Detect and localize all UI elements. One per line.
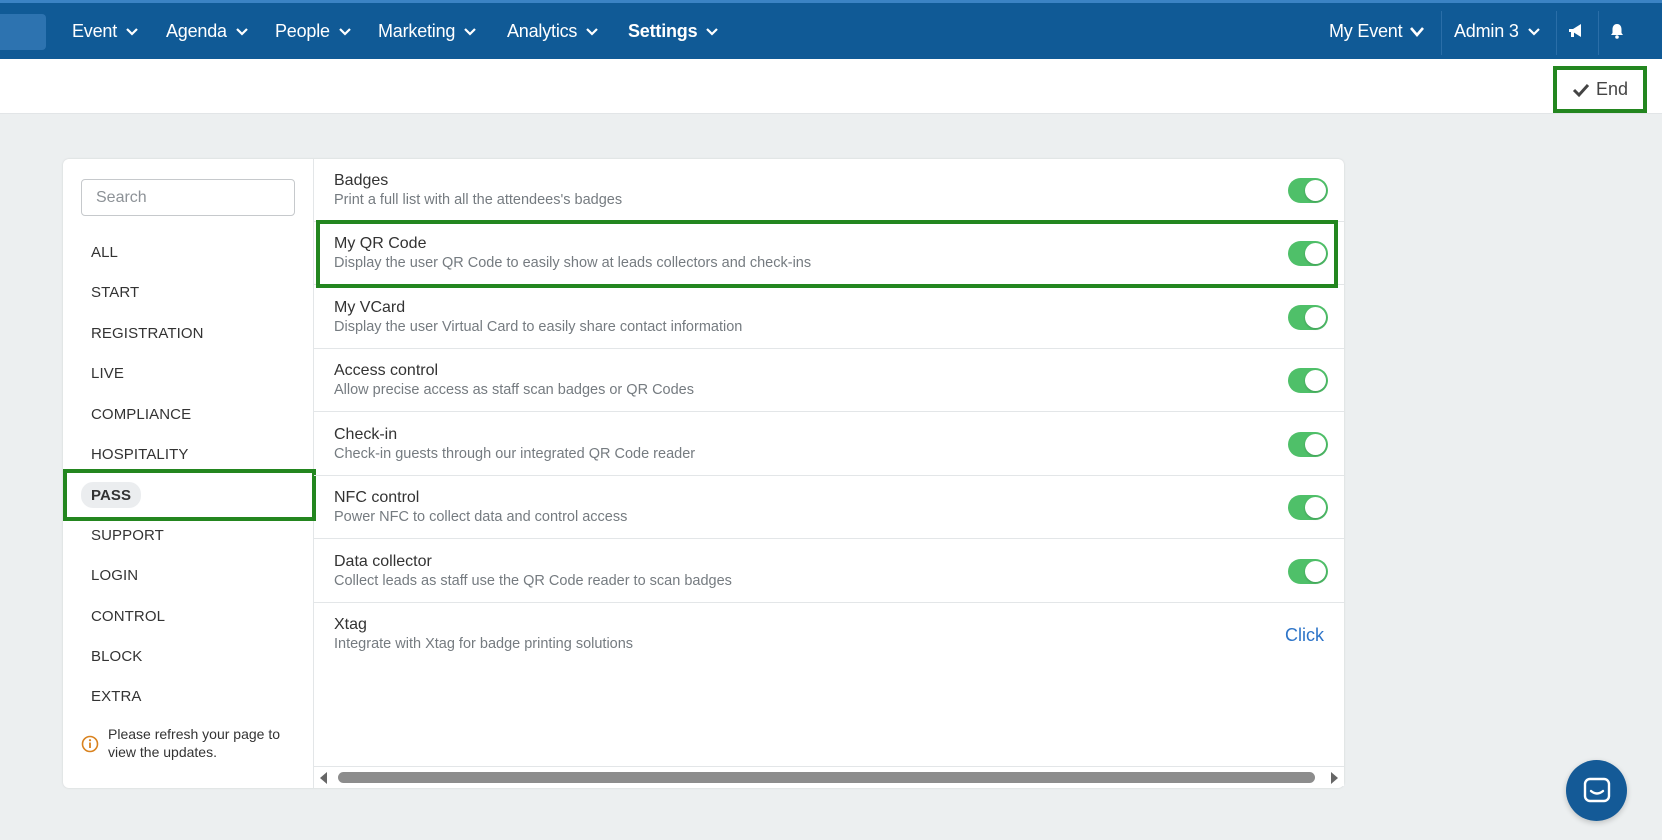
category-extra[interactable]: EXTRA bbox=[91, 685, 142, 707]
divider bbox=[1556, 11, 1557, 55]
feature-description: Print a full list with all the attendees… bbox=[334, 192, 623, 208]
info-icon bbox=[81, 735, 99, 753]
end-button[interactable]: End bbox=[1553, 66, 1647, 113]
event-selector-label: My Event bbox=[1329, 20, 1403, 41]
scroll-right-arrow-icon[interactable] bbox=[1331, 772, 1338, 784]
category-sidebar: ALL START REGISTRATION LIVE COMPLIANCE H… bbox=[63, 159, 316, 788]
horizontal-scrollbar[interactable] bbox=[314, 766, 1344, 786]
nav-event-label: Event bbox=[72, 20, 118, 41]
feature-title: My VCard bbox=[334, 299, 406, 316]
chat-icon bbox=[1583, 777, 1610, 802]
feature-toggle[interactable] bbox=[1288, 432, 1328, 457]
feature-title: Access control bbox=[334, 362, 439, 379]
feature-toggle[interactable] bbox=[1288, 178, 1328, 203]
category-all[interactable]: ALL bbox=[91, 241, 118, 263]
feature-title: Data collector bbox=[334, 553, 432, 570]
bell-icon[interactable] bbox=[1607, 21, 1627, 41]
chevron-down-icon bbox=[126, 28, 138, 36]
nav-analytics[interactable]: Analytics bbox=[507, 3, 599, 59]
feature-title: Badges bbox=[334, 172, 389, 189]
feature-row-badges: Badges Print a full list with all the at… bbox=[314, 159, 1344, 222]
category-hospitality[interactable]: HOSPITALITY bbox=[91, 443, 189, 465]
scrollbar-thumb[interactable] bbox=[338, 772, 1315, 783]
scroll-left-arrow-icon[interactable] bbox=[320, 772, 327, 784]
nav-marketing[interactable]: Marketing bbox=[378, 3, 477, 59]
feature-row-check-in: Check-in Check-in guests through our int… bbox=[314, 413, 1344, 476]
nav-agenda-label: Agenda bbox=[166, 20, 227, 41]
nav-settings[interactable]: Settings bbox=[628, 3, 719, 59]
category-login[interactable]: LOGIN bbox=[91, 564, 138, 586]
check-icon bbox=[1572, 83, 1590, 97]
top-navigation-bar: Event Agenda People Marketing Analytics … bbox=[0, 0, 1662, 59]
feature-list: Badges Print a full list with all the at… bbox=[314, 159, 1344, 788]
chevron-down-icon bbox=[464, 28, 477, 36]
chevron-down-icon bbox=[1410, 27, 1425, 37]
features-card: ALL START REGISTRATION LIVE COMPLIANCE H… bbox=[63, 159, 1344, 788]
feature-row-xtag: Xtag Integrate with Xtag for badge print… bbox=[314, 603, 1344, 666]
category-block[interactable]: BLOCK bbox=[91, 645, 142, 667]
chevron-down-icon bbox=[1527, 28, 1540, 36]
xtag-click-link[interactable]: Click bbox=[1285, 625, 1324, 646]
chevron-down-icon bbox=[706, 28, 719, 36]
feature-row-my-vcard: My VCard Display the user Virtual Card t… bbox=[314, 286, 1344, 349]
feature-title: Check-in bbox=[334, 426, 398, 443]
action-bar bbox=[0, 59, 1662, 114]
refresh-notice-text: Please refresh your page to view the upd… bbox=[108, 726, 280, 760]
feature-description: Integrate with Xtag for badge printing s… bbox=[334, 636, 634, 652]
feature-row-data-collector: Data collector Collect leads as staff us… bbox=[314, 540, 1344, 603]
category-start[interactable]: START bbox=[91, 281, 139, 303]
chevron-down-icon bbox=[236, 28, 248, 36]
event-selector[interactable]: My Event bbox=[1329, 3, 1425, 59]
user-menu-label: Admin 3 bbox=[1454, 20, 1519, 41]
qr-code-highlight-box bbox=[316, 220, 1338, 288]
feature-description: Allow precise access as staff scan badge… bbox=[334, 382, 694, 398]
chat-launcher-button[interactable] bbox=[1566, 760, 1627, 821]
feature-toggle[interactable] bbox=[1288, 495, 1328, 520]
category-registration[interactable]: REGISTRATION bbox=[91, 322, 204, 344]
nav-people-label: People bbox=[275, 20, 330, 41]
feature-row-nfc-control: NFC control Power NFC to collect data an… bbox=[314, 476, 1344, 539]
category-compliance[interactable]: COMPLIANCE bbox=[91, 403, 191, 425]
megaphone-icon[interactable] bbox=[1566, 21, 1586, 41]
chevron-down-icon bbox=[586, 28, 599, 36]
feature-title: NFC control bbox=[334, 489, 420, 506]
feature-toggle[interactable] bbox=[1288, 305, 1328, 330]
search-input[interactable] bbox=[81, 179, 295, 216]
feature-description: Power NFC to collect data and control ac… bbox=[334, 509, 628, 525]
end-button-label: End bbox=[1595, 79, 1629, 99]
nav-agenda[interactable]: Agenda bbox=[166, 3, 249, 59]
user-menu[interactable]: Admin 3 bbox=[1454, 3, 1541, 59]
feature-description: Display the user Virtual Card to easily … bbox=[334, 319, 743, 335]
feature-description: Check-in guests through our integrated Q… bbox=[334, 446, 696, 462]
chevron-down-icon bbox=[339, 28, 351, 36]
category-support[interactable]: SUPPORT bbox=[91, 524, 164, 546]
feature-toggle[interactable] bbox=[1288, 368, 1328, 393]
feature-row-access-control: Access control Allow precise access as s… bbox=[314, 349, 1344, 412]
nav-people[interactable]: People bbox=[275, 3, 352, 59]
feature-title: Xtag bbox=[334, 616, 367, 633]
feature-toggle[interactable] bbox=[1288, 559, 1328, 584]
nav-marketing-label: Marketing bbox=[378, 20, 456, 41]
logo[interactable] bbox=[0, 14, 46, 50]
category-control[interactable]: CONTROL bbox=[91, 605, 165, 627]
pass-highlight-box bbox=[63, 469, 316, 521]
feature-description: Collect leads as staff use the QR Code r… bbox=[334, 573, 732, 589]
nav-event[interactable]: Event bbox=[72, 3, 139, 59]
refresh-notice: Please refresh your page to view the upd… bbox=[81, 725, 301, 761]
divider bbox=[1441, 11, 1442, 55]
divider bbox=[1598, 11, 1599, 55]
nav-settings-label: Settings bbox=[628, 20, 698, 41]
nav-analytics-label: Analytics bbox=[507, 20, 578, 41]
category-live[interactable]: LIVE bbox=[91, 362, 124, 384]
